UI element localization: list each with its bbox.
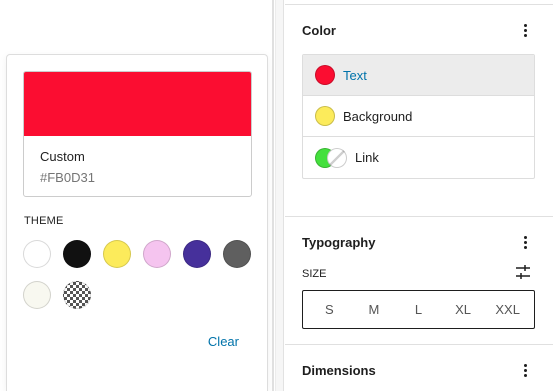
color-info: Custom #FB0D31 [24, 136, 251, 185]
panel-divider [272, 0, 274, 391]
ivory-swatch[interactable] [23, 281, 51, 309]
color-picker-popover: Custom #FB0D31 Theme Clear [6, 54, 268, 391]
color-item-link[interactable]: Link [303, 137, 534, 178]
size-option-m[interactable]: M [356, 302, 392, 317]
typography-options-icon[interactable] [517, 234, 533, 250]
dimensions-options-icon[interactable] [517, 362, 533, 378]
color-item-label: Background [343, 108, 413, 124]
dimensions-panel-title: Dimensions [302, 363, 376, 378]
white-swatch[interactable] [23, 240, 51, 268]
font-size-toggle-group: S M L XL XXL [302, 290, 535, 329]
color-list: Text Background Link [302, 54, 535, 179]
theme-heading: Theme [24, 215, 64, 227]
size-option-l[interactable]: L [400, 302, 436, 317]
divider [285, 4, 553, 5]
typography-panel-title: Typography [302, 235, 376, 250]
clear-button[interactable]: Clear [208, 334, 239, 349]
checkered-swatch[interactable] [63, 281, 91, 309]
size-label: Size [302, 268, 327, 280]
black-swatch[interactable] [63, 240, 91, 268]
color-panel-title: Color [302, 23, 336, 38]
selected-color-card[interactable]: Custom #FB0D31 [23, 71, 252, 197]
background-color-indicator [315, 106, 335, 126]
divider [285, 216, 553, 217]
purple-swatch[interactable] [183, 240, 211, 268]
color-name: Custom [40, 149, 85, 164]
editor-page: Custom #FB0D31 Theme Clear Color [0, 0, 553, 391]
color-preview[interactable] [24, 72, 251, 136]
color-options-icon[interactable] [517, 22, 533, 38]
link-hover-color [327, 147, 347, 168]
text-color-indicator [315, 65, 335, 85]
yellow-swatch[interactable] [103, 240, 131, 268]
color-item-label: Link [355, 150, 379, 165]
size-option-xl[interactable]: XL [445, 302, 481, 317]
theme-swatches [23, 240, 255, 309]
color-item-label: Text [343, 67, 367, 83]
link-color-indicator [315, 147, 349, 168]
size-option-s[interactable]: S [311, 302, 347, 317]
scrollbar[interactable] [275, 0, 284, 391]
sliders-icon[interactable] [515, 264, 531, 280]
gray-swatch[interactable] [223, 240, 251, 268]
divider [285, 344, 553, 345]
color-item-background[interactable]: Background [303, 96, 534, 137]
size-option-xxl[interactable]: XXL [490, 302, 526, 317]
color-hex-value: #FB0D31 [40, 170, 95, 185]
pink-swatch[interactable] [143, 240, 171, 268]
inspector-sidebar: Color Text Background Link Typography SI… [285, 0, 553, 391]
color-item-text[interactable]: Text [303, 55, 534, 96]
